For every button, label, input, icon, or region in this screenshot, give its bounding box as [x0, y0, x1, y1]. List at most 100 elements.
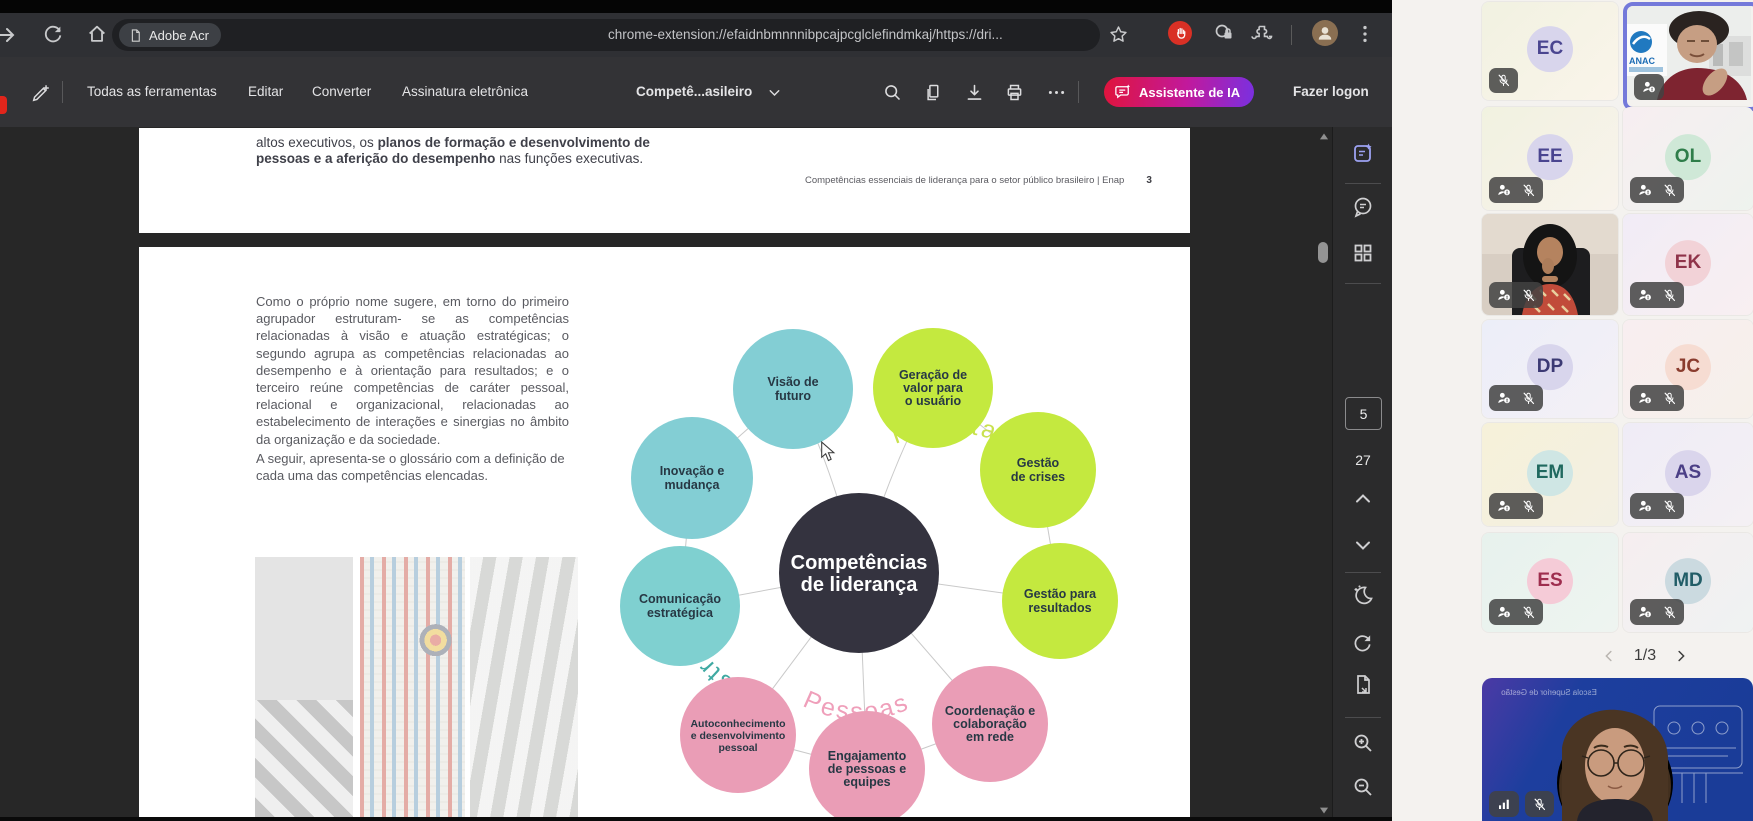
meeting-window: EC ANAC EE OL [1392, 0, 1753, 821]
person-alert-icon [1496, 182, 1512, 198]
address-bar[interactable]: Adobe Acr chrome-extension://efaidnbmnnn… [112, 19, 1100, 51]
participant-video-tile[interactable] [1482, 214, 1618, 315]
participant-tile[interactable]: EM [1482, 423, 1618, 526]
status-badge [1489, 177, 1543, 203]
page1-footer: Competências essenciais de liderança par… [805, 175, 1152, 186]
scroll-down-arrow[interactable] [1317, 803, 1331, 817]
mic-off-icon [1662, 499, 1677, 514]
menu-all-tools[interactable]: Todas as ferramentas [87, 57, 217, 127]
avatar: JC [1665, 344, 1711, 390]
svg-text:Inovação emudança: Inovação emudança [660, 464, 725, 492]
participant-tile[interactable]: EE [1482, 107, 1618, 210]
print-icon[interactable] [1004, 82, 1025, 103]
theme-icon[interactable] [1351, 583, 1375, 607]
participant-tile[interactable]: AS [1623, 423, 1753, 526]
scrollbar-thumb[interactable] [1318, 242, 1328, 263]
avatar: EK [1665, 240, 1711, 286]
person-alert-icon [1496, 287, 1512, 303]
participant-tile[interactable]: DP [1482, 320, 1618, 418]
person-alert-icon [1496, 604, 1512, 620]
status-badge [1525, 791, 1554, 817]
signal-bars-icon [1496, 796, 1512, 812]
mic-off-icon [1521, 391, 1536, 406]
page-prev-icon[interactable] [1600, 647, 1618, 665]
mic-off-icon [1532, 797, 1547, 812]
mic-off-icon [1521, 499, 1536, 514]
reload-icon[interactable] [42, 23, 64, 45]
profile-avatar[interactable] [1312, 20, 1338, 46]
status-badge [1630, 385, 1684, 411]
document-title[interactable]: Competê...asileiro [636, 57, 752, 127]
next-page-icon[interactable] [1351, 533, 1375, 557]
zoom-out-icon[interactable] [1351, 775, 1375, 799]
rail-divider [1345, 183, 1381, 184]
hand-icon [1172, 25, 1189, 42]
status-badge [1630, 282, 1684, 308]
avatar: MD [1665, 558, 1711, 604]
participant-tile[interactable]: EK [1623, 214, 1753, 315]
pdf-page-previous: altos executivos, os planos de formação … [139, 128, 1190, 233]
previous-page-icon[interactable] [1351, 487, 1375, 511]
acrobat-right-rail: 5 27 [1332, 127, 1393, 817]
participant-tile[interactable]: EC [1482, 2, 1618, 100]
forward-icon[interactable] [0, 23, 18, 47]
participant-tile[interactable]: OL [1623, 107, 1753, 210]
bookmark-star-icon[interactable] [1108, 24, 1129, 45]
acrobat-logo[interactable] [0, 96, 7, 114]
page-next-icon[interactable] [1672, 647, 1690, 665]
presenter-video-tile[interactable]: Escola Superior de Gestão [1482, 678, 1753, 821]
page-grid-icon[interactable] [1351, 241, 1375, 265]
svg-text:Competênciasde liderança: Competênciasde liderança [791, 552, 928, 596]
scroll-up-arrow[interactable] [1317, 130, 1331, 144]
avatar: AS [1665, 450, 1711, 496]
participant-tile[interactable]: MD [1623, 533, 1753, 632]
acrobat-toolbar: Todas as ferramentas Editar Converter As… [0, 57, 1392, 128]
mic-off-icon [1521, 288, 1536, 303]
pdf-viewer[interactable]: altos executivos, os planos de formação … [0, 127, 1332, 817]
photo-chess [255, 557, 353, 817]
page-thumbnails-icon[interactable] [922, 82, 943, 103]
status-badge [1489, 385, 1543, 411]
current-page-input[interactable]: 5 [1345, 397, 1382, 430]
adblock-extension-icon[interactable] [1168, 21, 1192, 45]
status-badge [1489, 68, 1518, 93]
home-icon[interactable] [86, 23, 108, 45]
participant-tile[interactable]: JC [1623, 320, 1753, 418]
ai-assistant-panel-icon[interactable] [1351, 141, 1375, 165]
gallery-pagination: 1/3 [1580, 643, 1710, 669]
ai-chat-icon [1114, 83, 1132, 101]
site-chip[interactable]: Adobe Acr [119, 23, 221, 47]
ai-assistant-button[interactable]: Assistente de IA [1104, 77, 1254, 107]
more-options-icon[interactable] [1046, 82, 1067, 103]
privacy-extension-icon[interactable] [1212, 21, 1236, 45]
download-icon[interactable] [964, 82, 985, 103]
menu-convert[interactable]: Converter [312, 57, 371, 127]
avatar: ES [1527, 558, 1573, 604]
browser-menu-icon[interactable] [1354, 23, 1376, 45]
document-icon [128, 28, 143, 43]
mouse-cursor [820, 441, 836, 462]
mic-off-icon [1662, 605, 1677, 620]
menu-edit[interactable]: Editar [248, 57, 283, 127]
status-badge [1630, 177, 1684, 203]
window-bottom-strip [0, 817, 1392, 821]
login-button[interactable]: Fazer logon [1293, 57, 1369, 127]
participant-tile[interactable]: ES [1482, 533, 1618, 632]
person-icon [1315, 23, 1335, 43]
extensions-puzzle-icon[interactable] [1250, 21, 1274, 45]
search-icon[interactable] [882, 82, 903, 103]
zoom-in-icon[interactable] [1351, 731, 1375, 755]
total-pages-label: 27 [1333, 452, 1393, 468]
active-speaker-tile[interactable]: ANAC [1623, 2, 1753, 111]
comments-icon[interactable] [1351, 195, 1375, 219]
rotate-refresh-icon[interactable] [1351, 631, 1374, 654]
tools-icon[interactable] [30, 82, 52, 104]
status-badge [1489, 599, 1543, 625]
status-badge [1489, 791, 1519, 817]
person-alert-icon [1496, 390, 1512, 406]
person-alert-icon [1637, 498, 1653, 514]
menu-esign[interactable]: Assinatura eletrônica [402, 57, 528, 127]
chevron-down-icon[interactable] [766, 84, 783, 101]
export-page-icon[interactable] [1351, 673, 1375, 697]
toolbar-divider [1291, 25, 1292, 45]
